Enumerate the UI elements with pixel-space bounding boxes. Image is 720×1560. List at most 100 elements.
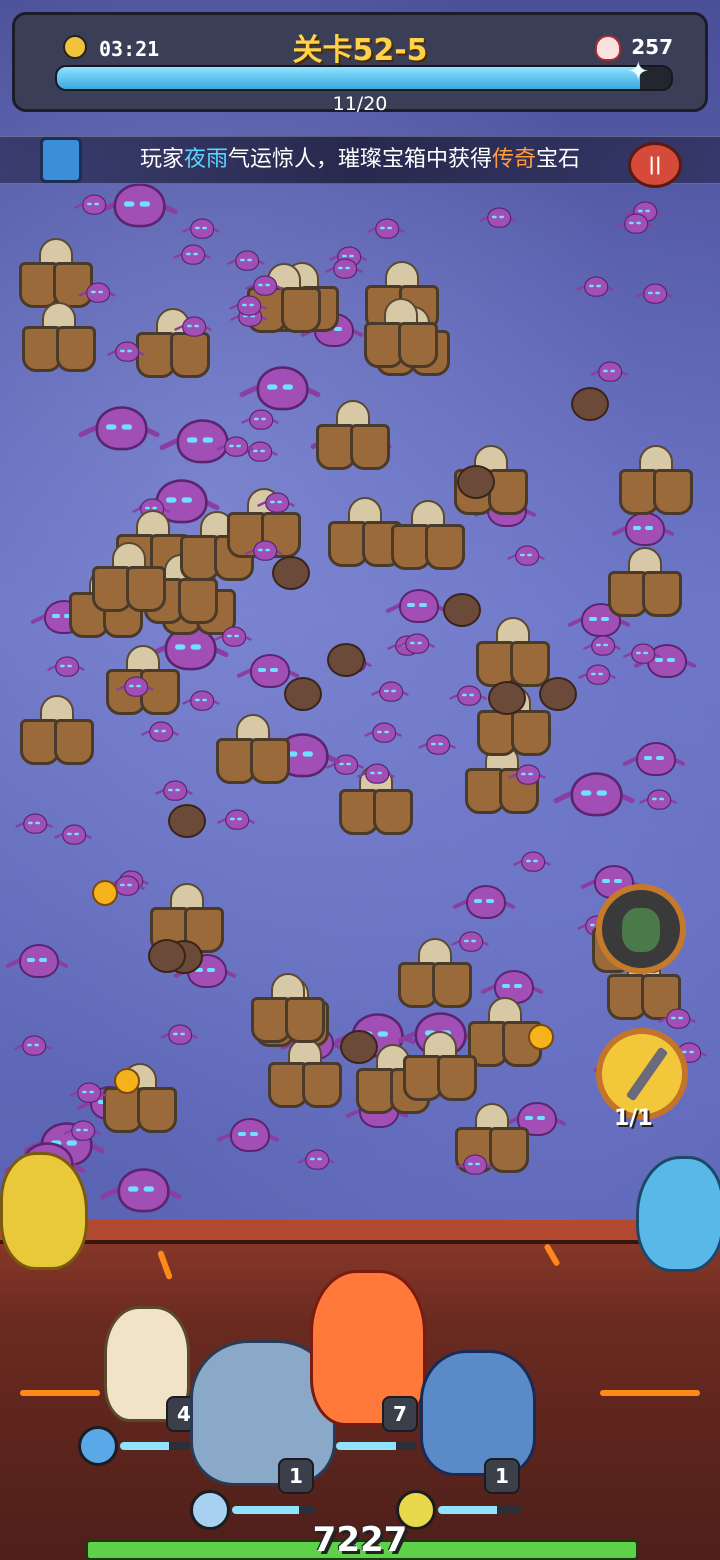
spider-enemy bbox=[296, 1145, 336, 1174]
wave-progress-fill bbox=[57, 67, 641, 89]
diamond-element-icon bbox=[78, 1426, 118, 1466]
shield-knight-enemy bbox=[617, 445, 693, 515]
spider-enemy bbox=[215, 432, 255, 461]
sword-skill-count: 1/1 bbox=[614, 1106, 653, 1131]
spider-enemy bbox=[417, 730, 457, 759]
dark-hero-icon bbox=[622, 908, 660, 952]
notice-rarity: 传奇 bbox=[492, 147, 537, 172]
pause-button[interactable]: || bbox=[628, 142, 682, 188]
spider-enemy bbox=[115, 672, 155, 701]
spider-enemy bbox=[506, 541, 546, 570]
boar-enemy bbox=[457, 465, 495, 499]
spider-enemy bbox=[452, 877, 516, 925]
spider-enemy bbox=[575, 272, 615, 301]
team-power: 7227 bbox=[312, 1520, 408, 1560]
spider-enemy bbox=[363, 718, 403, 747]
wave-counter: 11/20 bbox=[332, 93, 388, 115]
shield-knight-enemy bbox=[474, 617, 550, 687]
spider-enemy bbox=[448, 681, 488, 710]
hero-hp-bar bbox=[120, 1442, 190, 1450]
codex-icon[interactable] bbox=[40, 137, 82, 183]
spider-enemy bbox=[577, 660, 617, 689]
hero-level: 7 bbox=[382, 1396, 418, 1432]
notice-prefix: 玩家 bbox=[139, 147, 184, 172]
spider-enemy bbox=[238, 356, 322, 418]
spider-enemy bbox=[634, 279, 674, 308]
spider-enemy bbox=[356, 759, 396, 788]
shield-knight-enemy bbox=[314, 400, 390, 470]
spider-enemy bbox=[589, 357, 629, 386]
spider-enemy bbox=[512, 847, 552, 876]
shield-knight-enemy bbox=[249, 973, 325, 1043]
spider-enemy bbox=[366, 214, 406, 243]
shield-knight-enemy bbox=[606, 547, 682, 617]
ice-dragon-guardian[interactable] bbox=[636, 1156, 720, 1272]
boar-enemy bbox=[327, 643, 365, 677]
hero-hp-bar bbox=[232, 1506, 316, 1514]
boar-enemy bbox=[148, 939, 186, 973]
spider-enemy bbox=[454, 1150, 494, 1179]
skull-icon bbox=[595, 35, 621, 61]
spider-enemy bbox=[370, 677, 410, 706]
spider-enemy bbox=[622, 734, 686, 782]
lava-crack bbox=[600, 1390, 700, 1396]
boar-enemy bbox=[340, 1030, 378, 1064]
spider-enemy bbox=[216, 805, 256, 834]
spider-enemy bbox=[615, 209, 655, 238]
notice-suffix: 宝石 bbox=[536, 147, 581, 172]
spark-icon: ✦ bbox=[627, 57, 650, 87]
spider-enemy bbox=[173, 312, 213, 341]
shield-knight-enemy bbox=[389, 500, 465, 570]
boar-enemy bbox=[539, 677, 577, 711]
spider-enemy bbox=[638, 785, 678, 814]
shield-knight-enemy bbox=[266, 1038, 342, 1108]
spider-enemy bbox=[13, 1031, 53, 1060]
spider-enemy bbox=[216, 1110, 280, 1158]
boar-enemy bbox=[571, 387, 609, 421]
hero-skill-button[interactable] bbox=[596, 884, 686, 974]
boar-enemy bbox=[284, 677, 322, 711]
hero-level: 1 bbox=[484, 1458, 520, 1494]
gold-dragon-guardian[interactable] bbox=[0, 1152, 88, 1270]
top-hud: 03:21 关卡52-5 257 ✦ 11/20 bbox=[12, 12, 708, 115]
hero-hp-bar bbox=[336, 1442, 416, 1450]
shield-knight-enemy bbox=[90, 542, 166, 612]
gold-coin-icon[interactable] bbox=[114, 1068, 140, 1094]
hero-level: 1 bbox=[278, 1458, 314, 1494]
lava-crack bbox=[20, 1390, 100, 1396]
shield-knight-enemy bbox=[20, 302, 96, 372]
spider-enemy bbox=[99, 1158, 183, 1220]
spider-enemy bbox=[140, 717, 180, 746]
spider-enemy bbox=[5, 936, 69, 984]
notice-middle: 气运惊人，璀璨宝箱中获得 bbox=[227, 147, 492, 172]
shield-knight-enemy bbox=[18, 695, 94, 765]
spider-enemy bbox=[657, 1004, 697, 1033]
announcement-banner: 玩家夜雨气运惊人，璀璨宝箱中获得传奇宝石 bbox=[0, 136, 720, 184]
spider-enemy bbox=[385, 581, 449, 629]
spider-enemy bbox=[256, 488, 296, 517]
spider-enemy bbox=[213, 622, 253, 651]
base-wall bbox=[0, 1220, 720, 1244]
gold-coin-icon[interactable] bbox=[92, 880, 118, 906]
spider-enemy bbox=[53, 820, 93, 849]
spider-enemy bbox=[154, 776, 194, 805]
spider-enemy bbox=[478, 203, 518, 232]
gold-coin-icon[interactable] bbox=[528, 1024, 554, 1050]
shield-knight-enemy bbox=[401, 1031, 477, 1101]
spider-enemy bbox=[68, 1078, 108, 1107]
sword-icon bbox=[625, 1046, 669, 1102]
shield-knight-enemy bbox=[214, 714, 290, 784]
spider-enemy bbox=[181, 686, 221, 715]
shield-knight-enemy bbox=[396, 938, 472, 1008]
hero-blue-troll[interactable] bbox=[420, 1350, 536, 1476]
spider-enemy bbox=[73, 190, 113, 219]
spider-enemy bbox=[582, 631, 622, 660]
shield-knight-enemy bbox=[362, 298, 438, 368]
spider-enemy bbox=[181, 214, 221, 243]
spider-enemy bbox=[507, 760, 547, 789]
spider-enemy bbox=[172, 240, 212, 269]
spider-enemy bbox=[14, 809, 54, 838]
boar-enemy bbox=[488, 681, 526, 715]
spider-enemy bbox=[159, 1020, 199, 1049]
boar-enemy bbox=[443, 593, 481, 627]
